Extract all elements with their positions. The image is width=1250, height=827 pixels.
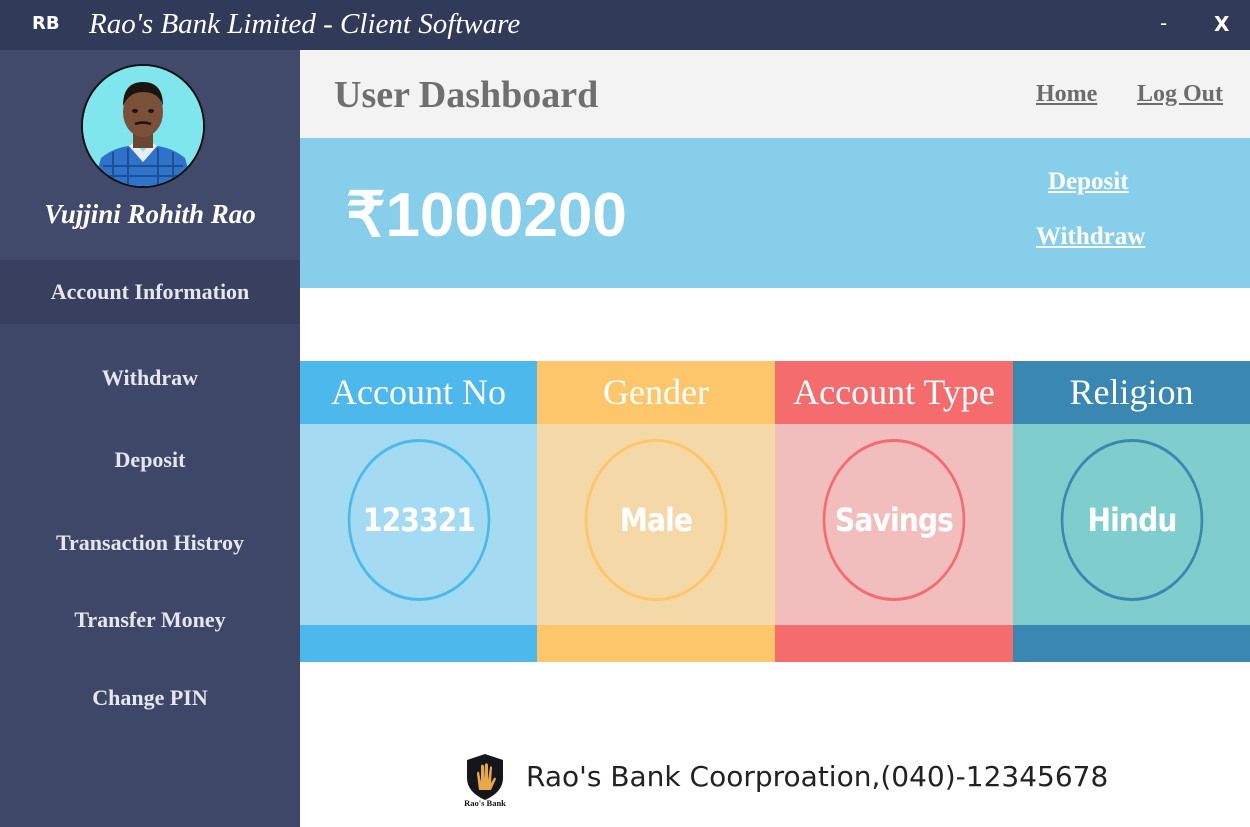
sidebar: Vujjini Rohith Rao Account Information W…: [0, 50, 300, 827]
withdraw-link[interactable]: Withdraw: [1036, 223, 1145, 251]
minimize-button[interactable]: -: [1160, 11, 1167, 35]
account-no-value: 123321: [347, 439, 490, 601]
bank-logo-caption: Rao's Bank: [464, 798, 506, 808]
app-logo: RB: [32, 13, 60, 34]
account-no-card-body: 123321: [300, 424, 537, 625]
balance-amount: ₹1000200: [346, 181, 627, 250]
gender-card-body: Male: [537, 424, 775, 625]
account-type-card-title: Account Type: [775, 361, 1013, 424]
religion-card: Religion Hindu: [1013, 361, 1250, 662]
sidebar-item-deposit[interactable]: Deposit: [0, 430, 300, 490]
religion-card-title: Religion: [1013, 361, 1250, 424]
account-no-card-title: Account No: [300, 361, 537, 424]
header: User Dashboard Home Log Out: [300, 50, 1250, 138]
title-bar: RB Rao's Bank Limited - Client Software …: [0, 0, 1250, 50]
account-type-card-body: Savings: [775, 424, 1013, 625]
account-no-card-footer: [300, 625, 537, 662]
religion-card-body: Hindu: [1013, 424, 1250, 625]
religion-value: Hindu: [1060, 439, 1203, 601]
balance-panel: ₹1000200 Deposit Withdraw: [300, 138, 1250, 288]
page-title: User Dashboard: [334, 74, 599, 116]
logout-link[interactable]: Log Out: [1137, 81, 1223, 108]
footer-text: Rao's Bank Coorproation,(040)-12345678: [526, 760, 1109, 793]
sidebar-item-transfer-money[interactable]: Transfer Money: [0, 590, 300, 650]
user-photo-icon: [83, 66, 203, 186]
avatar: [81, 64, 205, 188]
sidebar-item-transaction-history[interactable]: Transaction Histroy: [0, 513, 300, 573]
sidebar-item-change-pin[interactable]: Change PIN: [0, 668, 300, 728]
account-type-card-footer: [775, 625, 1013, 662]
gender-value: Male: [584, 439, 728, 601]
home-link[interactable]: Home: [1036, 81, 1097, 108]
account-type-card: Account Type Savings: [775, 361, 1013, 662]
gender-card: Gender Male: [537, 361, 775, 662]
sidebar-item-account-information[interactable]: Account Information: [0, 260, 300, 324]
sidebar-item-withdraw[interactable]: Withdraw: [0, 348, 300, 408]
window-title: Rao's Bank Limited - Client Software: [89, 8, 521, 40]
gender-card-title: Gender: [537, 361, 775, 424]
religion-card-footer: [1013, 625, 1250, 662]
account-no-card: Account No 123321: [300, 361, 537, 662]
deposit-link[interactable]: Deposit: [1048, 168, 1129, 196]
account-type-value: Savings: [822, 439, 966, 601]
gender-card-footer: [537, 625, 775, 662]
user-name: Vujjini Rohith Rao: [44, 199, 256, 229]
close-button[interactable]: X: [1214, 12, 1229, 36]
bank-logo-icon: Rao's Bank: [464, 754, 506, 808]
profile-section: Vujjini Rohith Rao: [0, 50, 300, 260]
